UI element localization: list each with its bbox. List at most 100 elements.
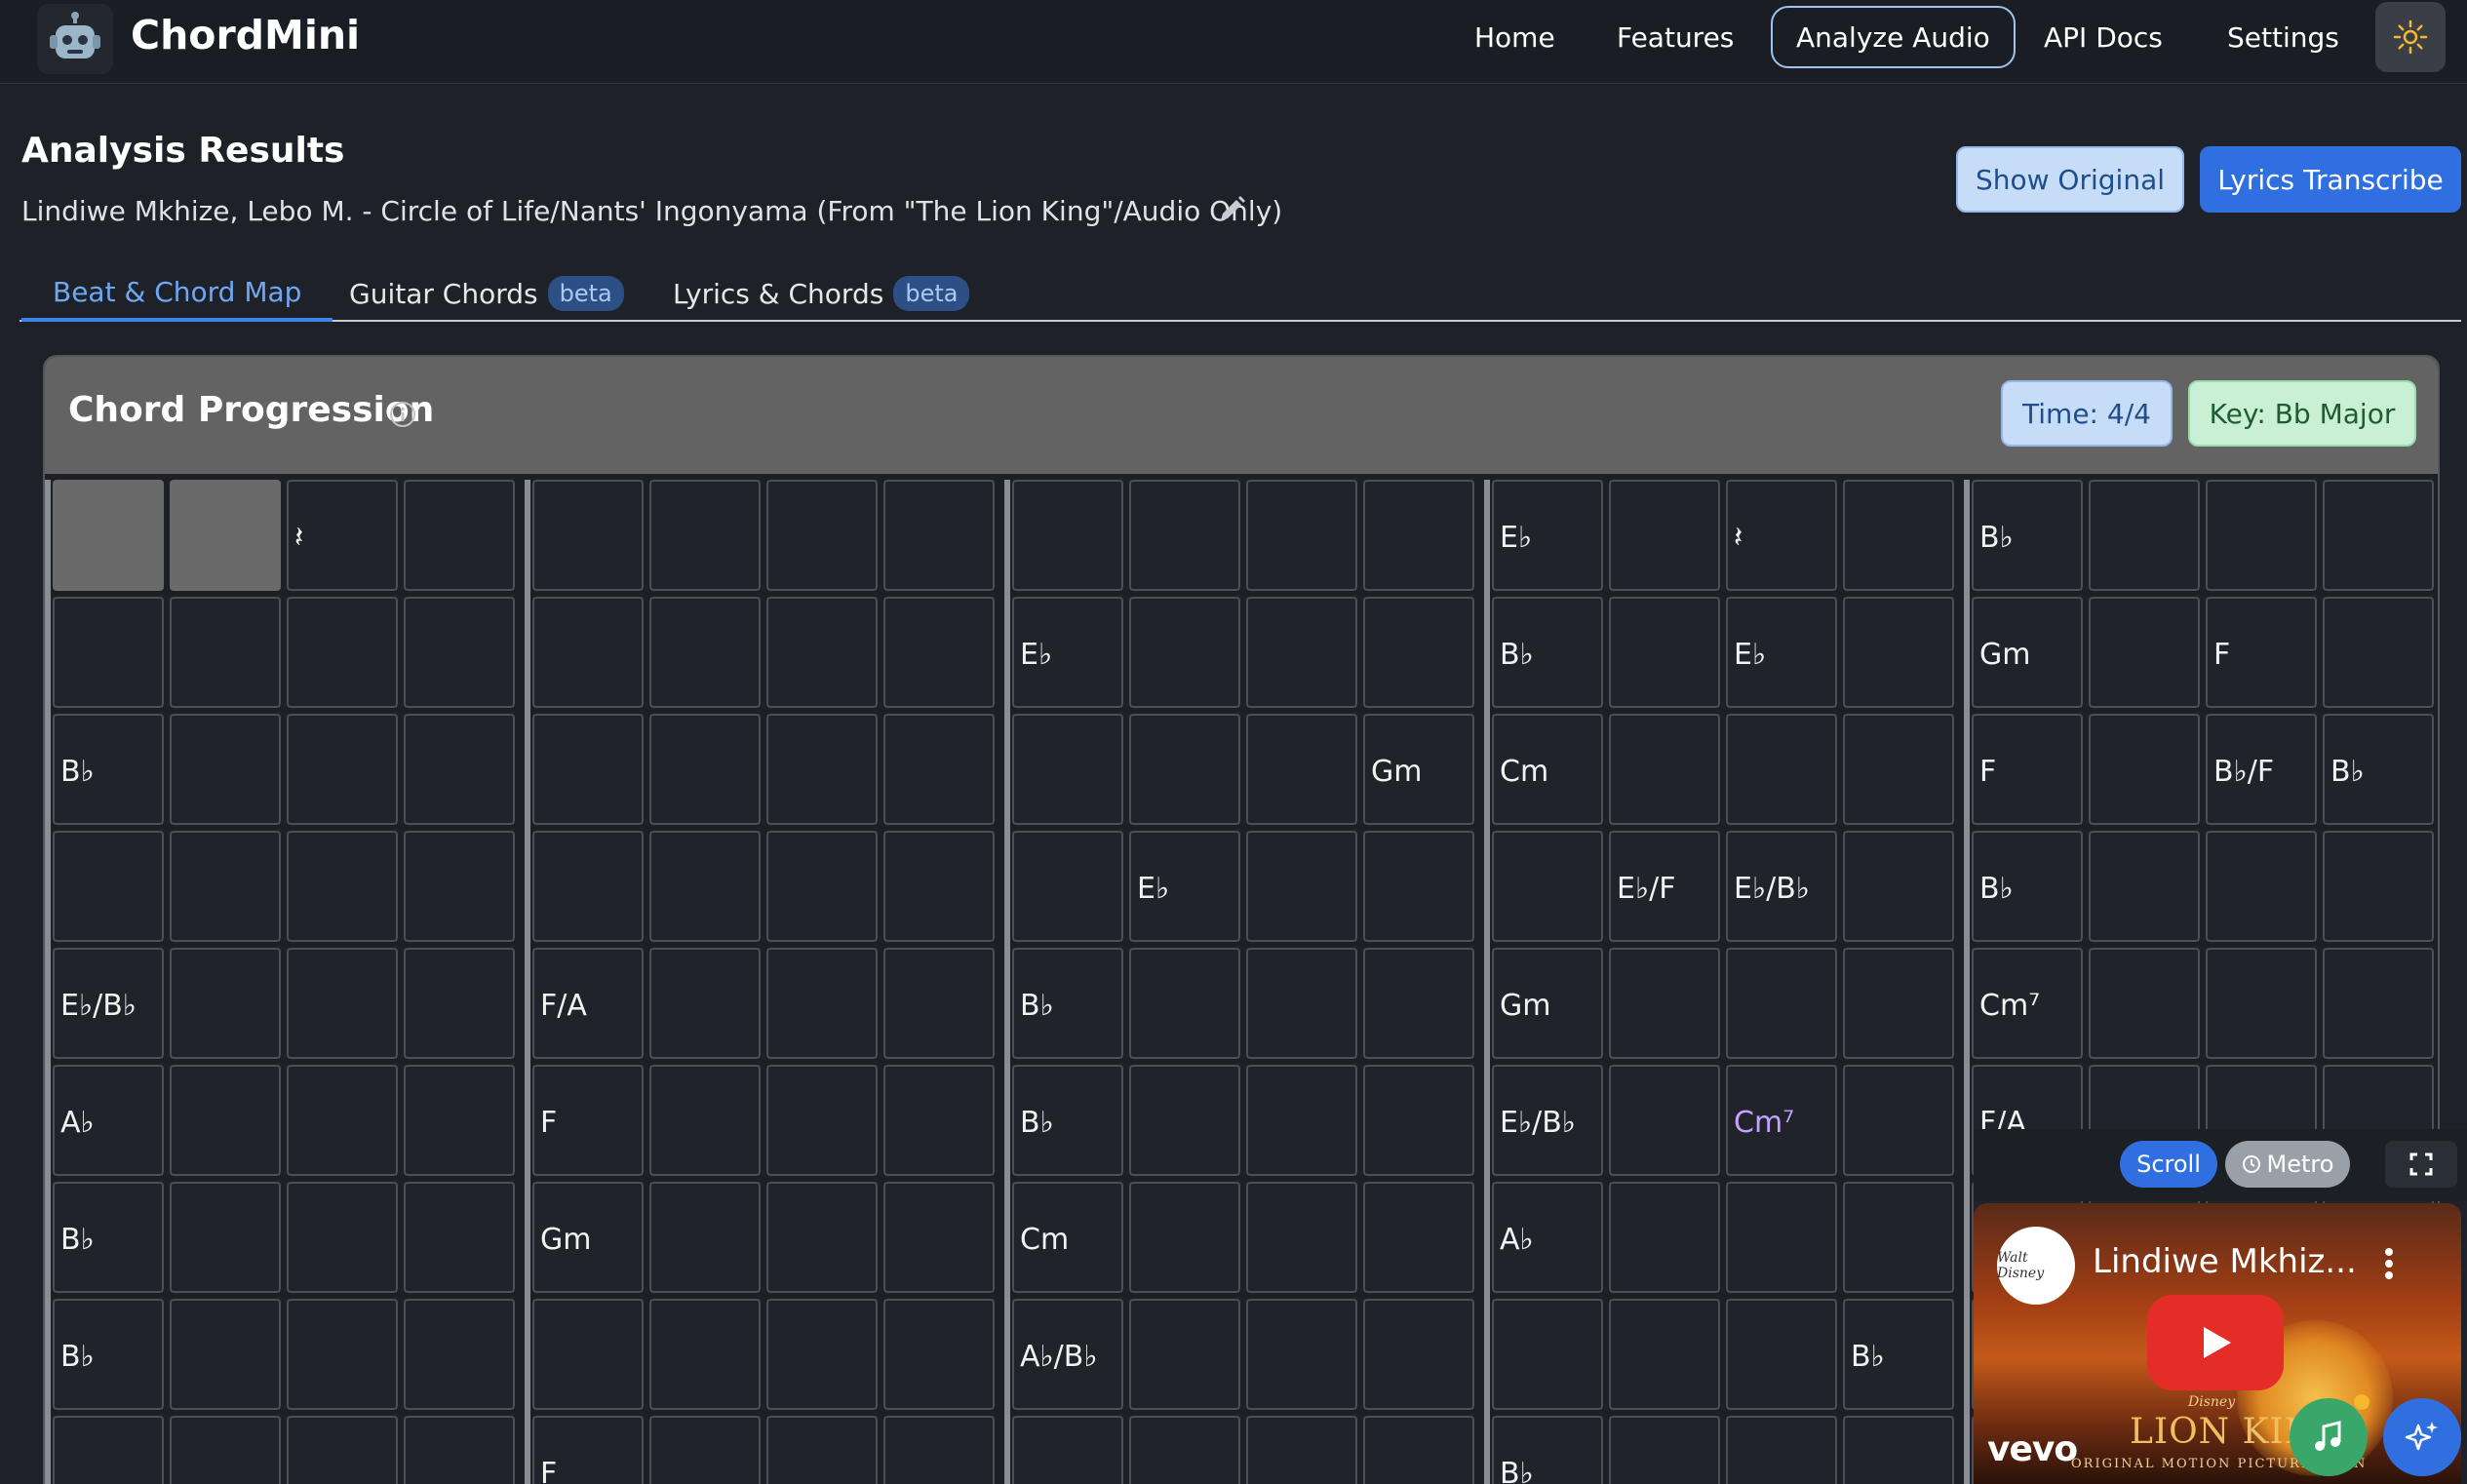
beat-cell[interactable]: E♭/F [1609, 831, 1720, 942]
beat-cell[interactable] [1843, 714, 1954, 825]
beat-cell[interactable]: F/A [532, 948, 644, 1059]
beat-cell[interactable] [1246, 597, 1357, 708]
scroll-toggle-button[interactable]: Scroll [2120, 1141, 2217, 1188]
beat-cell[interactable] [1012, 714, 1123, 825]
beat-cell[interactable] [649, 714, 761, 825]
beat-cell[interactable] [287, 1416, 398, 1484]
beat-cell[interactable]: B♭ [1492, 1416, 1603, 1484]
beat-cell[interactable]: 𝄽 [1726, 480, 1837, 591]
beat-cell[interactable] [1246, 480, 1357, 591]
beat-cell[interactable]: Gm [1972, 597, 2083, 708]
beat-cell[interactable] [883, 1182, 995, 1293]
beat-cell[interactable] [766, 1299, 878, 1410]
nav-settings[interactable]: Settings [2227, 6, 2339, 68]
beat-cell[interactable] [2323, 831, 2434, 942]
beat-cell[interactable] [53, 480, 164, 591]
beat-cell[interactable]: B♭ [1492, 597, 1603, 708]
beat-cell[interactable] [2323, 597, 2434, 708]
beat-cell[interactable] [1246, 714, 1357, 825]
show-original-button[interactable]: Show Original [1956, 146, 2184, 213]
beat-cell[interactable] [1012, 480, 1123, 591]
beat-cell[interactable] [404, 480, 515, 591]
beat-cell[interactable] [883, 831, 995, 942]
beat-cell[interactable] [766, 597, 878, 708]
beat-cell[interactable] [1726, 1299, 1837, 1410]
beat-cell[interactable] [1843, 1065, 1954, 1176]
beat-cell[interactable] [883, 1299, 995, 1410]
beat-cell[interactable] [766, 1065, 878, 1176]
ai-assistant-fab-button[interactable] [2383, 1398, 2461, 1476]
beat-cell[interactable] [1363, 831, 1474, 942]
beat-cell[interactable] [1609, 597, 1720, 708]
beat-cell[interactable] [883, 480, 995, 591]
beat-cell[interactable] [1363, 1416, 1474, 1484]
beat-cell[interactable] [1246, 1299, 1357, 1410]
beat-cell[interactable] [883, 714, 995, 825]
beat-cell[interactable]: B♭ [1012, 948, 1123, 1059]
beat-cell[interactable] [766, 714, 878, 825]
channel-avatar[interactable]: Walt Disney [1997, 1227, 2075, 1305]
beat-cell[interactable] [1012, 831, 1123, 942]
beat-cell[interactable] [170, 597, 281, 708]
beat-cell[interactable] [170, 948, 281, 1059]
beat-cell[interactable]: F [2206, 597, 2317, 708]
nav-features[interactable]: Features [1617, 6, 1734, 68]
beat-cell[interactable] [170, 831, 281, 942]
beat-cell[interactable] [532, 480, 644, 591]
beat-cell[interactable] [1609, 1065, 1720, 1176]
beat-cell[interactable] [1246, 1416, 1357, 1484]
nav-home[interactable]: Home [1474, 6, 1555, 68]
beat-cell[interactable] [404, 714, 515, 825]
beat-cell[interactable] [649, 1416, 761, 1484]
beat-cell[interactable] [287, 1182, 398, 1293]
fullscreen-button[interactable] [2385, 1141, 2457, 1188]
beat-cell[interactable] [1246, 1182, 1357, 1293]
beat-cell[interactable] [1129, 1299, 1240, 1410]
beat-cell[interactable]: B♭ [1972, 831, 2083, 942]
beat-cell[interactable] [2089, 831, 2200, 942]
nav-analyze-audio[interactable]: Analyze Audio [1771, 6, 2016, 68]
more-vertical-icon[interactable] [2379, 1244, 2399, 1283]
play-button[interactable] [2147, 1295, 2284, 1390]
beat-cell[interactable] [1363, 597, 1474, 708]
beat-cell[interactable]: B♭ [1843, 1299, 1954, 1410]
beat-cell[interactable]: A♭ [1492, 1182, 1603, 1293]
beat-cell[interactable] [170, 480, 281, 591]
metronome-toggle-button[interactable]: Metro [2225, 1141, 2350, 1188]
beat-cell[interactable] [649, 831, 761, 942]
beat-cell[interactable] [1609, 480, 1720, 591]
tab-guitar-chords[interactable]: Guitar Chords beta [349, 265, 624, 322]
beat-cell[interactable]: 𝄽 [287, 480, 398, 591]
beat-cell[interactable]: Gm [1363, 714, 1474, 825]
beat-cell[interactable] [766, 480, 878, 591]
beat-cell[interactable] [1363, 1299, 1474, 1410]
beat-cell[interactable] [170, 1065, 281, 1176]
beat-cell[interactable] [53, 831, 164, 942]
beat-cell[interactable] [1363, 948, 1474, 1059]
beat-cell[interactable] [2206, 948, 2317, 1059]
beat-cell[interactable] [1129, 1182, 1240, 1293]
beat-cell[interactable] [1492, 1299, 1603, 1410]
brand-name[interactable]: ChordMini [131, 12, 360, 59]
beat-cell[interactable]: E♭ [1492, 480, 1603, 591]
beat-cell[interactable] [649, 597, 761, 708]
beat-cell[interactable] [404, 597, 515, 708]
beat-cell[interactable] [649, 480, 761, 591]
beat-cell[interactable] [404, 948, 515, 1059]
tab-beat-chord-map[interactable]: Beat & Chord Map [21, 265, 333, 322]
beat-cell[interactable]: B♭ [53, 1299, 164, 1410]
beat-cell[interactable] [1363, 1065, 1474, 1176]
beat-cell[interactable] [649, 948, 761, 1059]
beat-cell[interactable] [1492, 831, 1603, 942]
beat-cell[interactable] [1726, 1182, 1837, 1293]
video-title[interactable]: Lindiwe Mkhiz... [2093, 1242, 2357, 1281]
beat-cell[interactable] [170, 714, 281, 825]
beat-cell[interactable] [2089, 597, 2200, 708]
pencil-edit-icon[interactable] [1215, 193, 1248, 226]
beat-cell[interactable] [766, 1416, 878, 1484]
beat-cell[interactable]: E♭ [1129, 831, 1240, 942]
beat-cell[interactable] [883, 1065, 995, 1176]
beat-cell[interactable]: F [1972, 714, 2083, 825]
beat-cell[interactable]: A♭/B♭ [1012, 1299, 1123, 1410]
beat-cell[interactable]: Gm [1492, 948, 1603, 1059]
